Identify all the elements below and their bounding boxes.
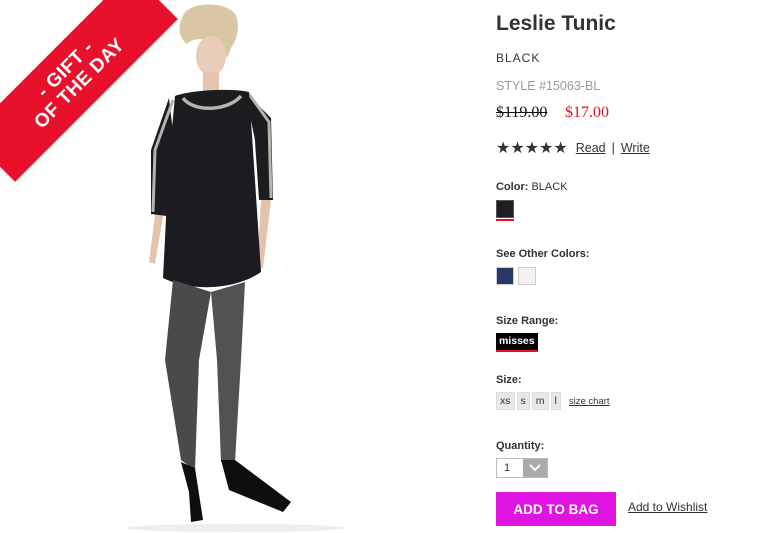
- model-photo: [125, 4, 345, 532]
- color-label: Color: BLACK: [496, 181, 568, 193]
- product-style-number: STYLE #15063-BL: [496, 79, 601, 93]
- size-option-xs[interactable]: xs: [496, 392, 515, 410]
- quantity-value: 1: [504, 462, 511, 474]
- color-swatch-white[interactable]: [518, 267, 536, 285]
- size-chart-link[interactable]: size chart: [569, 396, 610, 407]
- color-label-value: BLACK: [531, 181, 568, 193]
- product-image[interactable]: - GIFT - OF THE DAY: [0, 0, 470, 533]
- rating-stars-icon: ★★★★★: [496, 140, 568, 157]
- quantity-select[interactable]: 1: [496, 458, 548, 478]
- color-label-text: Color:: [496, 181, 529, 193]
- color-swatch-navy[interactable]: [496, 267, 514, 285]
- write-review-link[interactable]: Write: [621, 141, 650, 155]
- size-label: Size:: [496, 374, 522, 386]
- size-range-label: Size Range:: [496, 315, 559, 327]
- size-option-m[interactable]: m: [531, 392, 549, 410]
- size-options: xs s m l size chart: [496, 392, 610, 410]
- quantity-label: Quantity:: [496, 440, 545, 452]
- add-to-wishlist-link[interactable]: Add to Wishlist: [628, 500, 707, 514]
- original-price: $119.00: [496, 104, 548, 121]
- product-color-name: BLACK: [496, 51, 541, 65]
- size-range-misses[interactable]: misses: [496, 333, 538, 352]
- sale-price: $17.00: [565, 104, 609, 121]
- chevron-down-icon[interactable]: [523, 459, 547, 477]
- other-colors-label: See Other Colors:: [496, 248, 590, 260]
- size-option-s[interactable]: s: [516, 392, 530, 410]
- size-option-l[interactable]: l: [550, 392, 561, 410]
- rating-row: ★★★★★ Read | Write: [496, 138, 650, 158]
- add-to-bag-button[interactable]: ADD TO BAG: [496, 492, 616, 526]
- read-reviews-link[interactable]: Read: [576, 141, 606, 155]
- rating-separator: |: [611, 141, 615, 155]
- product-title: Leslie Tunic: [496, 12, 616, 35]
- color-swatch-black[interactable]: [496, 200, 514, 221]
- selected-indicator: [496, 219, 514, 221]
